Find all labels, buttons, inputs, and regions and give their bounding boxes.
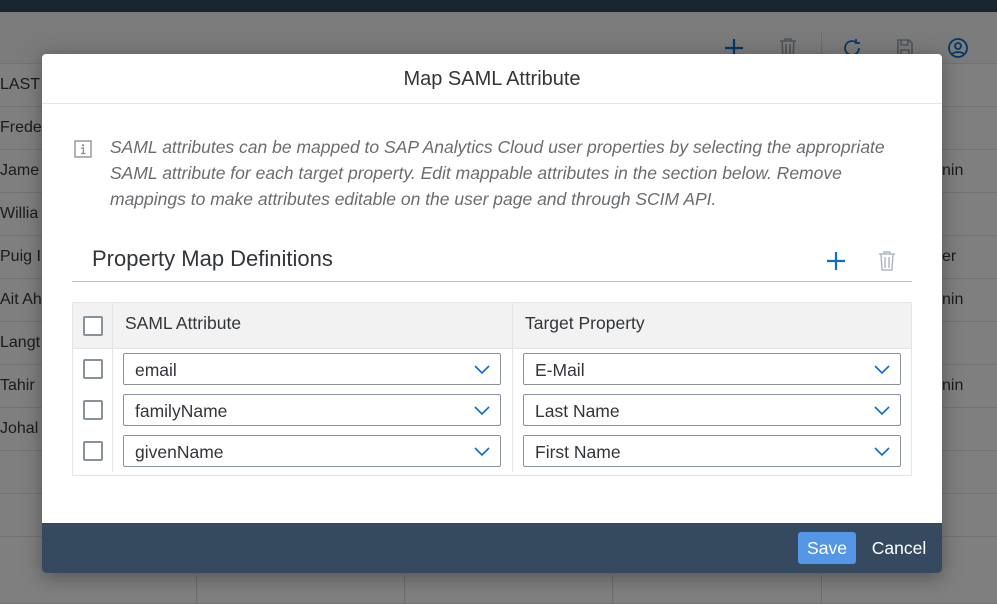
section-title: Property Map Definitions [92,246,333,271]
table-header: SAML Attribute Target Property [73,303,911,349]
target-property-select[interactable]: Last Name [523,394,901,426]
target-property-column: Target Property [513,303,911,348]
save-button[interactable]: Save [798,532,856,564]
target-cell: Last Name [513,390,911,431]
select-value: First Name [535,442,621,462]
table-row: email E-Mail [73,349,911,390]
select-cell [73,390,113,431]
table-row: familyName Last Name [73,390,911,431]
saml-attribute-column: SAML Attribute [113,303,513,348]
row-checkbox[interactable] [83,441,103,461]
select-column [73,303,113,348]
chevron-down-icon [874,445,890,457]
select-value: E-Mail [535,360,585,380]
chevron-down-icon [874,363,890,375]
chevron-down-icon [874,404,890,416]
select-cell [73,349,113,390]
target-cell: E-Mail [513,349,911,390]
select-cell [73,431,113,472]
saml-attribute-select[interactable]: familyName [123,394,501,426]
select-value: email [135,360,177,380]
add-mapping-icon[interactable] [824,249,848,273]
info-text: SAML attributes can be mapped to SAP Ana… [110,137,885,209]
property-map-table: SAML Attribute Target Property email E-M… [72,302,912,476]
dialog-header: Map SAML Attribute [42,54,942,104]
saml-cell: givenName [113,431,513,472]
target-cell: First Name [513,431,911,472]
chevron-down-icon [474,363,490,375]
chevron-down-icon [474,404,490,416]
dialog-title: Map SAML Attribute [403,68,581,90]
chevron-down-icon [474,445,490,457]
info-icon [74,140,92,158]
delete-mapping-icon[interactable] [876,249,898,273]
table-padding [73,472,911,475]
target-property-select[interactable]: First Name [523,435,901,467]
target-property-select[interactable]: E-Mail [523,353,901,385]
row-checkbox[interactable] [83,400,103,420]
saml-cell: familyName [113,390,513,431]
saml-attribute-select[interactable]: email [123,353,501,385]
column-header-saml: SAML Attribute [125,313,242,333]
select-value: Last Name [535,401,620,421]
select-all-checkbox[interactable] [83,316,103,336]
saml-cell: email [113,349,513,390]
select-value: familyName [135,401,228,421]
column-header-target: Target Property [525,313,645,333]
saml-attribute-select[interactable]: givenName [123,435,501,467]
row-checkbox[interactable] [83,359,103,379]
table-row: givenName First Name [73,431,911,472]
map-saml-attribute-dialog: Map SAML Attribute SAML attributes can b… [42,54,942,573]
cancel-button[interactable]: Cancel [868,532,930,564]
section-divider [72,281,912,282]
dialog-footer: Save Cancel [42,523,942,573]
select-value: givenName [135,442,224,462]
